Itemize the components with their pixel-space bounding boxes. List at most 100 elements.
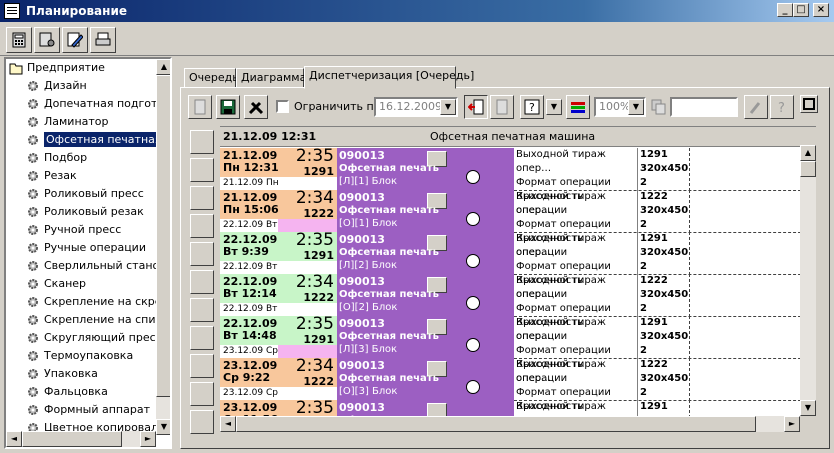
status-circle-icon[interactable] <box>466 380 480 394</box>
status-circle-icon[interactable] <box>466 212 480 226</box>
grid-scroll-left[interactable]: ◄ <box>220 416 236 432</box>
doc-button[interactable] <box>188 95 212 119</box>
tree-item[interactable]: Формный аппарат <box>26 401 150 419</box>
grid-row[interactable]: 23.12.09Ср 11:562:351291090013Офсетная п… <box>220 398 816 416</box>
operation-cell[interactable]: 090013 Офсетная печать [Л][1] Блок <box>337 148 514 191</box>
tree-item[interactable]: Дизайн <box>26 77 87 95</box>
grid-row[interactable]: 23.12.09 Ср 9:22 2:34 1222 23.12.09 Ср 11:55… <box>220 356 816 416</box>
operation-cell[interactable]: 090013 Офсетная печать [О][3] Блок <box>337 358 514 401</box>
side-tool-9[interactable] <box>190 354 214 378</box>
tree-item[interactable]: Роликовый пресс <box>26 185 144 203</box>
tab-queue[interactable]: Очередь <box>184 68 239 88</box>
tree-item[interactable]: Скрепление на спирал <box>26 311 170 329</box>
status-circle-icon[interactable] <box>466 254 480 268</box>
side-tool-1[interactable] <box>190 130 214 154</box>
side-tool-5[interactable] <box>190 242 214 266</box>
blank-page-button[interactable] <box>490 95 514 119</box>
side-tool-11[interactable] <box>190 410 214 434</box>
status-circle-icon[interactable] <box>466 338 480 352</box>
grid-hscroll[interactable]: ◄ ► <box>220 416 800 432</box>
operation-cell[interactable]: 090013 Офсетная печать [О][1] Блок <box>337 190 514 233</box>
tree-item[interactable]: Ручной пресс <box>26 221 121 239</box>
grid-hscroll-thumb[interactable] <box>236 416 756 432</box>
tree-item[interactable]: Скругляющий пресс <box>26 329 162 347</box>
tree-scroll-left[interactable]: ◄ <box>6 431 22 447</box>
order-number: 090013 <box>339 359 385 372</box>
calc-settings-button[interactable] <box>34 27 60 53</box>
tree-item[interactable]: Роликовый резак <box>26 203 144 221</box>
close-button[interactable]: × <box>813 3 829 17</box>
side-tool-10[interactable] <box>190 382 214 406</box>
side-tool-7[interactable] <box>190 298 214 322</box>
dispatch-grid[interactable]: 21.12.09 12:31 Офсетная печатная машина … <box>220 126 816 416</box>
side-tool-2[interactable] <box>190 158 214 182</box>
tree-item[interactable]: Сверлильный станок <box>26 257 166 275</box>
tree-item[interactable]: Ручные операции <box>26 239 146 257</box>
grid-scroll-down[interactable]: ▼ <box>800 400 816 416</box>
tree-scroll-right[interactable]: ► <box>140 431 156 447</box>
calculator-button[interactable] <box>6 27 32 53</box>
gear-icon <box>28 207 38 217</box>
tree-root[interactable]: Предприятие <box>9 59 105 77</box>
side-tool-3[interactable] <box>190 186 214 210</box>
side-tool-4[interactable] <box>190 214 214 238</box>
tree-item[interactable]: Резак <box>26 167 77 185</box>
tree-item[interactable]: Сканер <box>26 275 86 293</box>
grid-vscroll[interactable]: ▲ ▼ <box>800 145 816 416</box>
param-value: 2 <box>640 303 647 314</box>
grid-row[interactable]: 22.12.09 Вт 14:48 2:35 1291 23.12.09 Ср 9:21… <box>220 314 816 384</box>
tree-scroll-up[interactable]: ▲ <box>156 59 170 75</box>
side-tool-6[interactable] <box>190 270 214 294</box>
queue-view-button[interactable] <box>464 95 488 119</box>
grid-row[interactable]: 21.12.09 Пн 12:31 2:35 1291 21.12.09 Пн 15:0… <box>220 146 816 216</box>
tree-item[interactable]: Упаковка <box>26 365 98 383</box>
disabled-tool-1[interactable] <box>744 95 768 119</box>
save-button[interactable] <box>216 95 240 119</box>
tree-item[interactable]: Фальцовка <box>26 383 108 401</box>
tab-diagram[interactable]: Диаграмма <box>236 68 306 88</box>
tree-hscroll-thumb[interactable] <box>22 431 122 447</box>
help-button[interactable]: ? <box>520 95 544 119</box>
tree-vscroll[interactable]: ▲ ▼ <box>156 59 170 435</box>
tree-item[interactable]: Ламинатор <box>26 113 109 131</box>
tab-dispatch[interactable]: Диспетчеризация [Очередь] <box>304 66 474 89</box>
grid-row[interactable]: 22.12.09 Вт 12:14 2:34 1222 22.12.09 Вт 14:4… <box>220 272 816 342</box>
tree-hscroll[interactable]: ◄ ► <box>6 431 156 447</box>
date-cell: 23.12.09Ср 11:562:351291 <box>220 398 337 416</box>
resource-tree[interactable]: Предприятие Дизайн Допечатная подготовк Ла… <box>4 57 172 449</box>
print-button[interactable] <box>90 27 116 53</box>
limit-date-dropdown[interactable]: ▼ <box>440 99 456 115</box>
grid-scroll-thumb[interactable] <box>800 161 816 177</box>
tree-scroll-down[interactable]: ▼ <box>156 419 170 435</box>
grid-scroll-right[interactable]: ► <box>784 416 800 432</box>
operation-cell[interactable]: 090013 Офсетная печать [Л][2] Блок <box>337 232 514 275</box>
restore-panel-button[interactable] <box>800 95 818 113</box>
status-circle-icon[interactable] <box>466 170 480 184</box>
tree-item[interactable]: Подбор <box>26 149 87 167</box>
tree-scroll-thumb[interactable] <box>156 75 170 397</box>
zoom-dropdown[interactable]: ▼ <box>628 99 644 115</box>
colors-button[interactable] <box>566 95 590 119</box>
operation-cell[interactable]: 090013 Офсетная печать [Л][3] Блок <box>337 316 514 359</box>
tree-item[interactable]: Термоупаковка <box>26 347 133 365</box>
maximize-button[interactable]: □ <box>793 3 809 17</box>
grid-row[interactable]: 21.12.09 Пн 15:06 2:34 1222 22.12.09 Вт 9:38… <box>220 188 816 258</box>
tree-item[interactable]: Офсетная печатная м <box>26 131 170 149</box>
minimize-button[interactable]: _ <box>777 3 793 17</box>
disabled-tool-2[interactable]: ? <box>770 95 794 119</box>
operation-cell[interactable]: 090013 Офсетная печать [О][2] Блок <box>337 274 514 317</box>
search-field[interactable] <box>670 97 738 117</box>
limit-checkbox[interactable] <box>276 100 289 113</box>
grid-row[interactable]: 22.12.09 Вт 9:39 2:35 1291 22.12.09 Вт 12:13… <box>220 230 816 300</box>
tree-item[interactable]: Скрепление на скрепк <box>26 293 170 311</box>
tree-item[interactable]: Допечатная подготовк <box>26 95 170 113</box>
edit-button[interactable] <box>62 27 88 53</box>
operation-cell[interactable]: 090013Офсетная печать <box>337 400 514 416</box>
grid-scroll-up[interactable]: ▲ <box>800 145 816 161</box>
tools-button[interactable] <box>244 95 268 119</box>
side-tool-8[interactable] <box>190 326 214 350</box>
copy-button[interactable] <box>650 95 668 119</box>
help-dropdown[interactable]: ▼ <box>546 99 562 115</box>
status-circle-icon[interactable] <box>466 296 480 310</box>
splitter[interactable] <box>173 57 179 449</box>
